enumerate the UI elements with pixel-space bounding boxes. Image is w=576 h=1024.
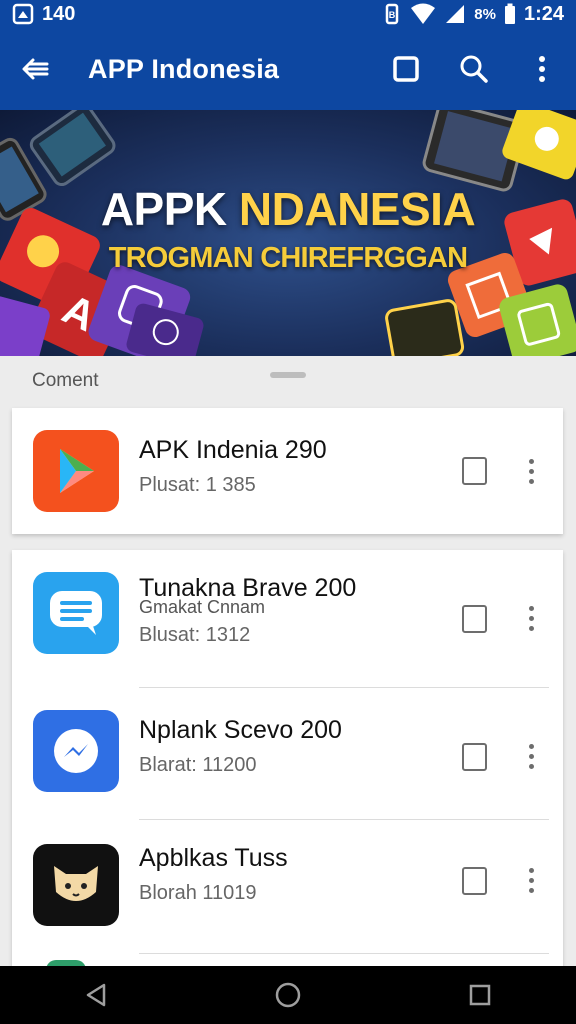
app-row[interactable]: APK Indenia 290 Plusat: 1 385 bbox=[12, 408, 563, 534]
notification-icon bbox=[12, 3, 34, 25]
promo-banner[interactable]: A APPK NDANESIA TROGMAN CHIREFRGGAN bbox=[0, 110, 576, 356]
nav-recents-button[interactable] bbox=[450, 966, 510, 1024]
row-more-button[interactable] bbox=[517, 598, 545, 638]
divider bbox=[139, 953, 549, 954]
vibrate-icon: B bbox=[382, 3, 402, 25]
chat-bubble-icon bbox=[33, 572, 119, 654]
wifi-icon bbox=[410, 3, 436, 25]
banner-subtitle: TROGMAN CHIREFRGGAN bbox=[108, 242, 468, 274]
more-vert-icon bbox=[539, 56, 545, 82]
app-title: APP Indonesia bbox=[88, 53, 280, 84]
banner-title-part2: NDANESIA bbox=[238, 183, 476, 235]
overflow-menu-button[interactable] bbox=[508, 28, 576, 110]
select-checkbox[interactable] bbox=[462, 867, 487, 895]
app-meta: Plusat: 1 385 bbox=[139, 474, 256, 496]
app-bar: APP Indonesia bbox=[0, 28, 576, 110]
select-checkbox[interactable] bbox=[462, 457, 487, 485]
banner-title: APPK NDANESIA bbox=[0, 182, 576, 236]
app-meta: Blarat: 11200 bbox=[139, 754, 257, 776]
banner-title-part1: APPK bbox=[100, 183, 239, 235]
window-button[interactable] bbox=[372, 28, 440, 110]
app-name: Apblkas Tuss bbox=[139, 844, 288, 872]
search-icon bbox=[460, 55, 488, 83]
back-button[interactable] bbox=[0, 28, 70, 110]
status-time: 1:24 bbox=[523, 2, 564, 25]
cat-face-icon bbox=[33, 844, 119, 926]
back-arrow-icon bbox=[22, 58, 49, 80]
nav-home-button[interactable] bbox=[258, 966, 318, 1024]
cell-signal-icon bbox=[444, 3, 466, 25]
app-meta: Blusat: 1312 bbox=[139, 624, 251, 646]
app-row[interactable]: Nplank Scevo 200 Blarat: 11200 bbox=[12, 688, 563, 820]
select-checkbox[interactable] bbox=[462, 605, 487, 633]
svg-text:B: B bbox=[389, 10, 396, 20]
app-card: APK Indenia 290 Plusat: 1 385 bbox=[12, 408, 563, 534]
play-store-icon bbox=[33, 430, 119, 512]
row-more-button[interactable] bbox=[517, 860, 545, 900]
home-circle-icon bbox=[275, 982, 301, 1008]
battery-icon bbox=[504, 3, 516, 25]
app-meta: Blorah 11019 bbox=[139, 882, 257, 904]
messenger-icon bbox=[33, 710, 119, 792]
bottom-sheet: Coment APK Indenia 290 Plusat: 1 385 Tun… bbox=[0, 356, 576, 970]
window-icon bbox=[393, 56, 419, 82]
status-left-text: 140 bbox=[42, 2, 76, 25]
app-name: Nplank Scevo 200 bbox=[139, 716, 342, 744]
row-more-button[interactable] bbox=[517, 736, 545, 776]
back-triangle-icon bbox=[86, 983, 106, 1007]
select-checkbox[interactable] bbox=[462, 743, 487, 771]
status-bar: 140 B 8% 1:24 bbox=[0, 0, 576, 28]
drag-handle[interactable] bbox=[270, 372, 306, 378]
row-more-button[interactable] bbox=[517, 451, 545, 491]
app-row[interactable]: Apblkas Tuss Blorah 11019 bbox=[12, 820, 563, 954]
section-label: Coment bbox=[32, 370, 99, 391]
app-name: APK Indenia 290 bbox=[139, 436, 327, 464]
search-button[interactable] bbox=[440, 28, 508, 110]
nav-back-button[interactable] bbox=[66, 966, 126, 1024]
system-nav-bar bbox=[0, 966, 576, 1024]
recents-square-icon bbox=[469, 984, 491, 1006]
app-row[interactable]: Tunakna Brave 200 Gmakat Cnnam Blusat: 1… bbox=[12, 550, 563, 688]
app-list-card: Tunakna Brave 200 Gmakat Cnnam Blusat: 1… bbox=[12, 550, 563, 970]
signal-label: 8% bbox=[474, 5, 496, 23]
app-subtitle: Gmakat Cnnam bbox=[139, 597, 266, 617]
